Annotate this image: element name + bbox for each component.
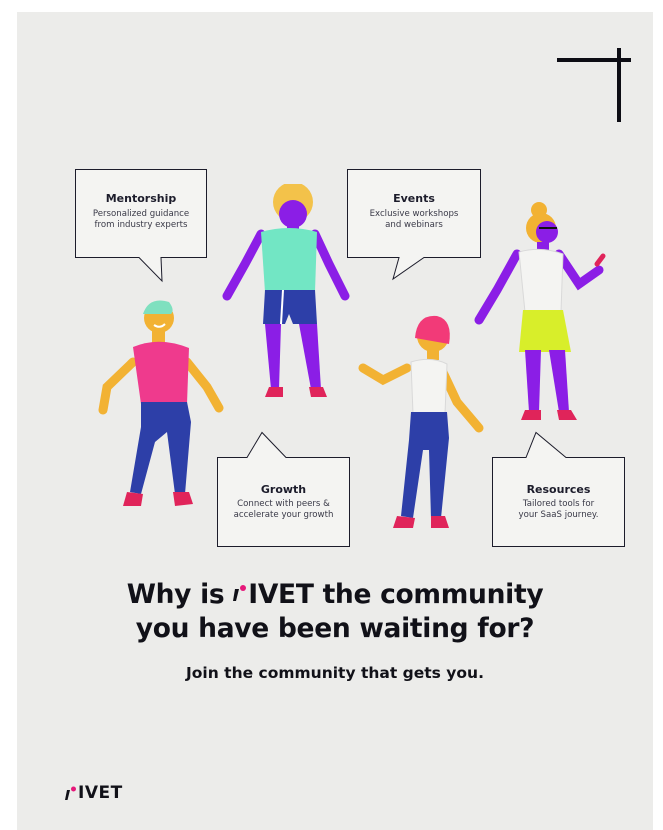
person-illustration xyxy=(358,315,484,528)
bubble-title: Events xyxy=(393,192,435,205)
headline-line-2: you have been waiting for? xyxy=(135,613,535,644)
footer-brand-text: IVET xyxy=(78,783,123,803)
inline-brand-text: IVET xyxy=(248,579,314,610)
brand-mark-icon xyxy=(233,585,247,601)
inline-brand: IVET xyxy=(233,578,314,612)
person-illustration xyxy=(98,300,224,506)
bubble-description: Personalized guidance from industry expe… xyxy=(92,209,190,230)
bubble-description: Exclusive workshops and webinars xyxy=(369,209,459,230)
person-illustration xyxy=(222,184,350,397)
bubble-resources: Resources Tailored tools for your SaaS j… xyxy=(492,431,625,547)
bubble-events: Events Exclusive workshops and webinars xyxy=(347,169,481,293)
poster: Mentorship Personalized guidance from in… xyxy=(17,12,653,830)
speech-bubble-shape xyxy=(75,169,207,283)
headline: Why is IVET the community you have been … xyxy=(17,578,653,646)
bubble-title: Growth xyxy=(260,483,307,496)
bubble-title: Mentorship xyxy=(105,192,177,205)
bubble-growth: Growth Connect with peers & accelerate y… xyxy=(217,431,350,547)
subheadline: Join the community that gets you. xyxy=(186,664,484,682)
corner-mark-icon xyxy=(557,48,631,122)
headline-part-2: the community xyxy=(313,579,544,610)
bubble-title: Resources xyxy=(526,483,591,496)
footer-logo: IVET xyxy=(65,783,123,803)
person-illustration xyxy=(474,202,606,420)
bubble-mentorship: Mentorship Personalized guidance from in… xyxy=(75,169,207,293)
bubble-description: Tailored tools for your SaaS journey. xyxy=(518,499,599,520)
bubble-description: Connect with peers & accelerate your gro… xyxy=(233,499,334,520)
headline-part-1: Why is xyxy=(126,579,234,610)
speech-bubble-shape xyxy=(347,169,481,281)
brand-mark-icon xyxy=(65,786,76,800)
headline-line-1: Why is IVET the community xyxy=(17,578,653,612)
